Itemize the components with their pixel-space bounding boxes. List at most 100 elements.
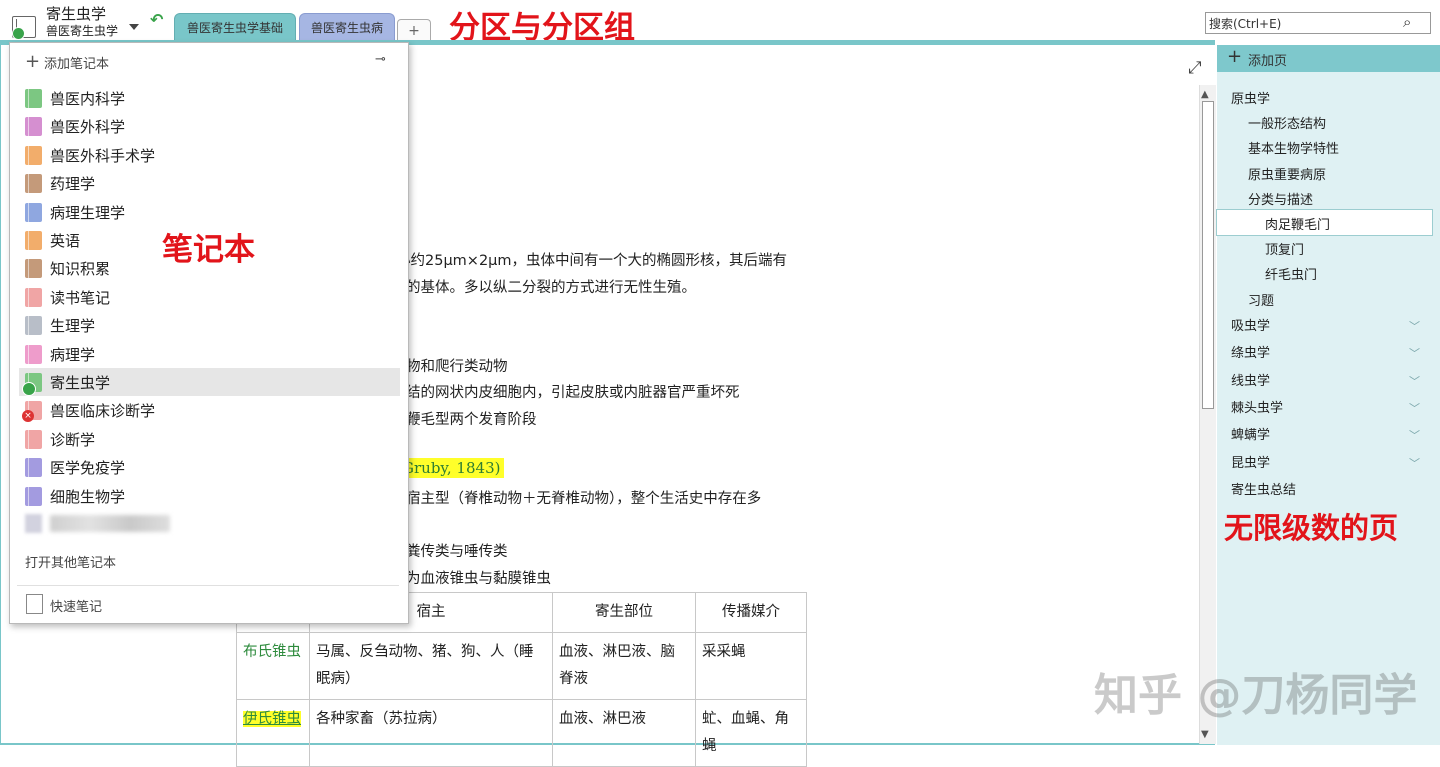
content-line: 小约25μm×2μm，虫体中间有一个大的椭圆形核，其后端有	[396, 253, 788, 269]
notebook-label: 兽医外科学	[50, 118, 126, 136]
page-item[interactable]: 吸虫学	[1231, 315, 1270, 334]
watermark: 知乎 @刀杨同学	[1094, 670, 1418, 721]
collapse-chevron-icon[interactable]: ﹀	[1409, 318, 1420, 334]
page-item[interactable]: 蜱螨学	[1231, 424, 1270, 443]
notebook-dropdown-chevron-icon[interactable]	[129, 24, 139, 30]
annotation-pages: 无限级数的页	[1224, 511, 1399, 545]
notebook-label: 兽医外科手术学	[50, 147, 156, 165]
scroll-up-arrow-icon[interactable]: ▲	[1201, 89, 1209, 100]
notebook-color-icon	[25, 146, 42, 165]
notebook-label: 诊断学	[50, 431, 96, 449]
page-item[interactable]: 原虫重要病原	[1248, 164, 1326, 183]
notebook-color-icon	[25, 117, 42, 136]
notebook-color-icon	[25, 231, 42, 250]
notebook-color-icon	[25, 89, 42, 108]
scrollbar-thumb[interactable]	[1202, 101, 1214, 409]
table-cell: 伊氏锥虫	[236, 699, 310, 767]
table-row: 伊氏锥虫 各种家畜（苏拉病） 血液、淋巴液 虻、血蝇、角蝇	[236, 699, 807, 767]
collapse-chevron-icon[interactable]: ﹀	[1409, 455, 1420, 471]
notebook-item[interactable]: 读书笔记	[19, 283, 400, 311]
content-line: 宿主型（脊椎动物＋无脊椎动物），整个生活史中存在多	[406, 491, 762, 507]
notebook-item[interactable]: 药理学	[19, 169, 400, 197]
notebook-color-icon	[25, 430, 42, 449]
table-cell: 血液、淋巴液	[552, 699, 696, 767]
notebook-color-icon	[25, 345, 42, 364]
notebook-item[interactable]: 兽医内科学	[19, 84, 400, 112]
pin-icon[interactable]: ⊸	[375, 52, 386, 67]
page-item[interactable]: 纤毛虫门	[1265, 264, 1317, 283]
undo-icon[interactable]: ↶	[150, 10, 163, 29]
notebook-color-icon	[25, 174, 42, 193]
quick-notes-icon	[26, 594, 43, 614]
content-line: 为血液锥虫与黏膜锥虫	[406, 571, 551, 587]
notebook-color-icon	[25, 316, 42, 335]
notebook-label: 细胞生物学	[50, 488, 126, 506]
notebook-item[interactable]: 诊断学	[19, 425, 400, 453]
tab-section-group-diseases[interactable]: 兽医寄生虫病	[299, 13, 395, 42]
content-line: 结的网状内皮细胞内，引起皮肤或内脏器官严重坏死	[406, 385, 740, 401]
notebook-label: 英语	[50, 232, 81, 250]
current-section-group[interactable]: 兽医寄生虫学	[46, 22, 118, 39]
notebook-label: 生理学	[50, 317, 96, 335]
scroll-down-arrow-icon[interactable]: ▼	[1201, 729, 1209, 740]
notebook-item[interactable]: 兽医外科手术学	[19, 141, 400, 169]
notebook-item[interactable]: 生理学	[19, 311, 400, 339]
page-item-selected[interactable]: 肉足鞭毛门	[1265, 214, 1330, 233]
page-item-protozoology[interactable]: 原虫学	[1231, 88, 1270, 107]
table-cell: 采采蝇	[695, 632, 807, 700]
add-notebook-button[interactable]: 添加笔记本	[44, 53, 109, 72]
page-item[interactable]: 绦虫学	[1231, 342, 1270, 361]
table-header-cell: 寄生部位	[552, 592, 696, 633]
page-item[interactable]: 习题	[1248, 290, 1274, 309]
quick-notes-button[interactable]: 快速笔记	[50, 596, 102, 615]
add-section-button[interactable]: +	[397, 19, 431, 42]
notebook-item[interactable]: 医学免疫学	[19, 453, 400, 481]
table-cell: 马属、反刍动物、猪、狗、人（睡眠病）	[309, 632, 553, 700]
page-item[interactable]: 昆虫学	[1231, 452, 1270, 471]
search-icon[interactable]: ⌕	[1403, 13, 1411, 31]
page-item[interactable]: 顶复门	[1265, 239, 1304, 258]
notebook-item[interactable]: 寄生虫学	[19, 368, 400, 396]
page-item[interactable]: 寄生虫总结	[1231, 479, 1296, 498]
page-item[interactable]: 一般形态结构	[1248, 113, 1326, 132]
collapse-chevron-icon[interactable]: ﹀	[1409, 400, 1420, 416]
notebook-label: 药理学	[50, 175, 96, 193]
notebook-item[interactable]: 细胞生物学	[19, 482, 400, 510]
highlighted-link[interactable]: 伊氏锥虫	[243, 711, 301, 727]
notebook-label: 兽医内科学	[50, 90, 126, 108]
table-cell: 各种家畜（苏拉病）	[309, 699, 553, 767]
notebook-item[interactable]: 病理学	[19, 340, 400, 368]
add-notebook-plus-icon[interactable]: +	[25, 51, 40, 72]
notebook-item[interactable]: × 兽医临床诊断学	[19, 396, 400, 424]
notebook-label: 兽医临床诊断学	[50, 402, 156, 420]
content-line: 的基体。多以纵二分裂的方式进行无性生殖。	[406, 280, 696, 296]
page-item[interactable]: 线虫学	[1231, 370, 1270, 389]
current-notebook-name[interactable]: 寄生虫学	[46, 3, 106, 24]
open-other-notebooks-button[interactable]: 打开其他笔记本	[25, 552, 116, 571]
add-page-plus-icon[interactable]: +	[1227, 46, 1242, 67]
table-header-cell: 传播媒介	[695, 592, 807, 633]
notebook-color-icon	[25, 288, 42, 307]
annotation-notebooks: 笔记本	[162, 232, 255, 268]
page-item[interactable]: 分类与描述	[1248, 189, 1313, 208]
collapse-chevron-icon[interactable]: ﹀	[1409, 373, 1420, 389]
notebook-color-icon	[25, 458, 42, 477]
page-item[interactable]: 基本生物学特性	[1248, 138, 1339, 157]
page-item[interactable]: 棘头虫学	[1231, 397, 1283, 416]
tab-section-basics[interactable]: 兽医寄生虫学基础	[174, 13, 296, 42]
expand-icon[interactable]: ⤢	[1188, 58, 1202, 78]
sync-ok-icon	[22, 382, 36, 396]
add-page-button[interactable]: 添加页	[1248, 50, 1287, 69]
content-line: 粪传类与唾传类	[406, 544, 508, 560]
notebook-item[interactable]: 病理生理学	[19, 198, 400, 226]
collapse-chevron-icon[interactable]: ﹀	[1409, 345, 1420, 361]
table-cell: 血液、淋巴液、脑脊液	[552, 632, 696, 700]
divider	[17, 585, 399, 586]
collapse-chevron-icon[interactable]: ﹀	[1409, 427, 1420, 443]
notebook-color-icon	[25, 203, 42, 222]
notebook-color-icon	[25, 259, 42, 278]
table-cell: 虻、血蝇、角蝇	[695, 699, 807, 767]
notebook-label: 病理生理学	[50, 204, 126, 222]
notebook-item[interactable]: 兽医外科学	[19, 112, 400, 140]
table-cell: 布氏锥虫	[236, 632, 310, 700]
